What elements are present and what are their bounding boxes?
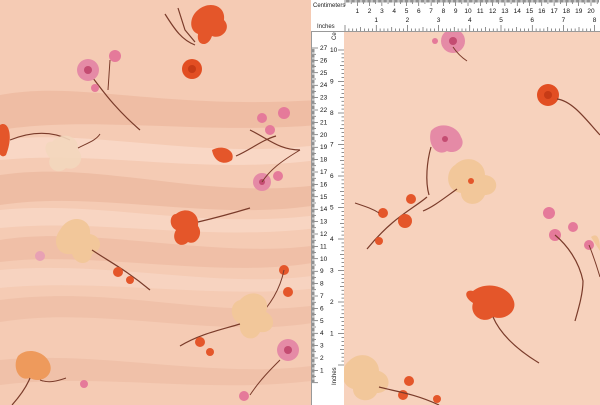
ruler-in-number: 6 xyxy=(530,17,534,24)
ruler-in-number: 9 xyxy=(330,79,334,86)
ruler-in-number: 8 xyxy=(330,110,334,117)
ruler-cm-number: 7 xyxy=(320,293,324,300)
ruler-cm-number: 19 xyxy=(320,144,328,151)
vertical-ruler: 2726252423222120191817161514131211109876… xyxy=(311,0,344,405)
ruler-cm-number: 22 xyxy=(320,107,328,114)
ruler-cm-number: 9 xyxy=(320,268,324,275)
ruler-cm-number: 13 xyxy=(501,8,509,15)
ruler-cm-number: 18 xyxy=(563,8,571,15)
ruler-in-number: 1 xyxy=(330,331,334,338)
ruler-cm-number: 2 xyxy=(368,8,372,15)
ruler-in-number: 5 xyxy=(499,17,503,24)
ruler-in-number: 2 xyxy=(406,17,410,24)
ruler-cm-number: 1 xyxy=(355,8,359,15)
ruler-cm-number: 18 xyxy=(320,157,328,164)
fabric-photo: 27 26 25 24 23 22 21 20 19 18 17 16 15 14 13 12 11 10 9 8 7 6… xyxy=(0,0,600,405)
ruler-cm-number: 8 xyxy=(442,8,446,15)
ruler-cm-number: 13 xyxy=(320,219,328,226)
ruler-in-number: 1 xyxy=(374,17,378,24)
ruler-cm-number: 20 xyxy=(587,8,595,15)
ruler-cm-number: 17 xyxy=(320,169,328,176)
ruler-cm-number: 1 xyxy=(320,367,324,374)
ruler-cm-number: 24 xyxy=(320,82,328,89)
ruler-cm-number: 21 xyxy=(320,119,328,126)
ruler-cm-number: 5 xyxy=(405,8,409,15)
ruler-cm-number: 20 xyxy=(320,132,328,139)
ruler-cm-number: 25 xyxy=(320,70,328,77)
ruler-cm-number: 4 xyxy=(320,330,324,337)
ruler-cm-number: 11 xyxy=(320,243,327,250)
ruler-in-number: 10 xyxy=(330,47,338,54)
orange-flower-small xyxy=(182,59,202,79)
ruler-in-number: 3 xyxy=(330,268,334,275)
ruler-cm-number: 3 xyxy=(320,343,324,350)
ruler-cm-number: 4 xyxy=(392,8,396,15)
ruler-cm-number: 26 xyxy=(320,57,328,64)
ruler-in-number: 4 xyxy=(330,236,334,243)
horizontal-ruler: 1 2 3 4 5 6 7 8 9 10 11 12 13 14 15 16 17 18 19 201 2 3 4 5 6 7 8 … xyxy=(311,0,600,32)
flat-fabric-panel xyxy=(343,31,600,405)
horizontal-ruler-cm-label: Centimeters xyxy=(313,3,345,9)
ruler-cm-number: 14 xyxy=(514,8,522,15)
ruler-cm-number: 16 xyxy=(538,8,546,15)
draped-fabric-panel xyxy=(0,0,318,405)
ruler-in-number: 7 xyxy=(330,142,334,149)
ruler-in-number: 6 xyxy=(330,173,334,180)
ruler-cm-number: 8 xyxy=(320,281,324,288)
ruler-in-number: 8 xyxy=(593,17,597,24)
ruler-cm-number: 16 xyxy=(320,181,328,188)
ruler-cm-number: 10 xyxy=(464,8,472,15)
ruler-in-number: 7 xyxy=(562,17,566,24)
ruler-cm-number: 15 xyxy=(320,194,328,201)
ruler-cm-number: 17 xyxy=(550,8,558,15)
ruler-cm-number: 11 xyxy=(477,8,484,15)
ruler-cm-number: 15 xyxy=(526,8,534,15)
ruler-cm-number: 19 xyxy=(575,8,583,15)
ruler-in-number: 2 xyxy=(330,299,334,306)
ruler-cm-number: 6 xyxy=(320,305,324,312)
ruler-cm-number: 23 xyxy=(320,95,328,102)
ruler-in-number: 3 xyxy=(437,17,441,24)
ruler-cm-number: 5 xyxy=(320,318,324,325)
ruler-in-number: 5 xyxy=(330,205,334,212)
vertical-ruler-in-label: Inches xyxy=(332,367,338,385)
ruler-cm-number: 12 xyxy=(489,8,497,15)
ruler-cm-number: 10 xyxy=(320,256,328,263)
ruler-cm-number: 3 xyxy=(380,8,384,15)
ruler-in-number: 4 xyxy=(468,17,472,24)
ruler-cm-number: 9 xyxy=(454,8,458,15)
ruler-cm-number: 2 xyxy=(320,355,324,362)
ruler-cm-number: 12 xyxy=(320,231,328,238)
horizontal-ruler-in-label: Inches xyxy=(317,24,335,30)
ruler-cm-number: 14 xyxy=(320,206,328,213)
ruler-cm-number: 27 xyxy=(320,45,328,52)
ruler-cm-number: 7 xyxy=(429,8,433,15)
ruler-cm-number: 6 xyxy=(417,8,421,15)
